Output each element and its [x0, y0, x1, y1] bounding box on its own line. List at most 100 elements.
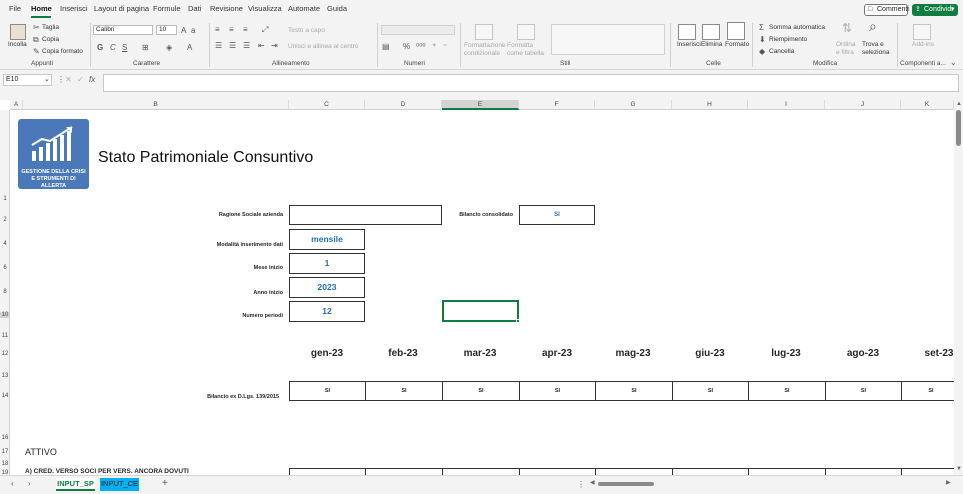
data-cell[interactable] — [442, 468, 520, 475]
wrap-text-button[interactable]: Testo a capo — [288, 27, 325, 34]
scroll-right-icon[interactable]: ▶ — [946, 479, 951, 486]
column-header-a[interactable]: A — [10, 100, 23, 110]
font-size-select[interactable]: 10 — [156, 25, 177, 35]
format-as-table-icon[interactable] — [517, 24, 535, 40]
format-cells-icon[interactable] — [727, 22, 745, 40]
row-header[interactable]: 18 — [0, 461, 10, 467]
bold-icon[interactable]: G — [97, 43, 103, 52]
number-format-select[interactable] — [381, 25, 455, 35]
grow-font-icon[interactable]: A — [181, 26, 186, 35]
font-name-select[interactable]: Calibri — [93, 25, 153, 35]
cut-button[interactable]: Taglia — [42, 24, 59, 31]
column-header-g[interactable]: G — [595, 100, 672, 110]
mese-inizio-input[interactable]: 1 — [289, 253, 365, 274]
bilancio-ex-cell[interactable]: SI — [442, 381, 520, 401]
underline-icon[interactable]: S — [122, 43, 127, 52]
decrease-indent-icon[interactable]: ⇤ — [258, 41, 265, 50]
enter-icon[interactable]: ✓ — [77, 75, 84, 84]
currency-icon[interactable]: ▤ — [382, 42, 390, 51]
menu-dati[interactable]: Dati — [188, 4, 201, 13]
format-painter-button[interactable]: Copia formato — [42, 48, 83, 55]
thousands-icon[interactable]: ⁰⁰⁰ — [416, 42, 426, 51]
data-cell[interactable] — [595, 468, 673, 475]
cancel-icon[interactable]: ✕ — [65, 75, 72, 84]
menu-formule[interactable]: Formule — [153, 4, 181, 13]
row-header[interactable]: 13 — [0, 373, 10, 379]
bilancio-ex-cell[interactable]: SI — [748, 381, 826, 401]
conditional-formatting-icon[interactable] — [475, 24, 493, 40]
bilancio-ex-cell[interactable]: SI — [365, 381, 443, 401]
sort-filter-button[interactable]: Ordina e filtra — [836, 41, 858, 57]
row-header[interactable]: 2 — [0, 217, 10, 223]
menu-revisione[interactable]: Revisione — [210, 4, 243, 13]
name-box[interactable]: E10 ⌄ — [3, 74, 52, 86]
increase-indent-icon[interactable]: ⇥ — [271, 41, 278, 50]
row-header[interactable]: 17 — [0, 449, 10, 455]
data-cell[interactable] — [901, 468, 954, 475]
insert-function-icon[interactable]: fx — [89, 75, 95, 84]
scroll-left-icon[interactable]: ◀ — [590, 479, 595, 486]
row-header[interactable]: 6 — [0, 265, 10, 271]
clear-icon[interactable]: ◆ — [759, 47, 765, 56]
column-header-k[interactable]: K — [901, 100, 954, 110]
fill-color-icon[interactable]: ◈ — [166, 43, 172, 52]
paste-icon[interactable] — [10, 24, 26, 40]
conditional-formatting-button[interactable]: Formattazione condizionale — [464, 42, 506, 58]
search-icon[interactable]: ⌕ — [869, 19, 877, 33]
copy-button[interactable]: Copia — [42, 36, 59, 43]
format-as-table-button[interactable]: Formatta come tabella — [507, 42, 549, 58]
ragione-sociale-input[interactable] — [289, 205, 442, 225]
tab-input-sp[interactable]: INPUT_SP — [56, 478, 95, 491]
menu-layout[interactable]: Layout di pagina — [94, 4, 149, 13]
column-header-h[interactable]: H — [672, 100, 748, 110]
worksheet-grid[interactable]: GESTIONE DELLA CRISI E STRUMENTI DI ALLE… — [10, 110, 954, 475]
paste-button-label[interactable]: Incolla — [8, 41, 27, 48]
align-right-icon[interactable]: ☰ — [243, 41, 250, 50]
menu-inserisci[interactable]: Inserisci — [60, 4, 88, 13]
row-header[interactable]: 1 — [0, 196, 10, 202]
bilancio-ex-cell[interactable]: SI — [825, 381, 902, 401]
numero-periodi-input[interactable]: 12 — [289, 301, 365, 322]
column-header-i[interactable]: I — [748, 100, 825, 110]
menu-home[interactable]: Home — [31, 4, 52, 13]
anno-inizio-input[interactable]: 2023 — [289, 277, 365, 298]
column-header-e[interactable]: E — [442, 100, 519, 110]
row-header[interactable]: 12 — [0, 351, 10, 357]
row-header[interactable]: 4 — [0, 241, 10, 247]
tab-options-icon[interactable]: ⋮ — [577, 480, 585, 489]
column-header-f[interactable]: F — [519, 100, 595, 110]
comments-button[interactable]: □ Commenti — [864, 4, 909, 16]
cut-icon[interactable]: ✂ — [33, 23, 40, 32]
data-cell[interactable] — [672, 468, 749, 475]
row-header[interactable]: 14 — [0, 393, 10, 399]
column-header-j[interactable]: J — [825, 100, 901, 110]
horizontal-scrollbar[interactable]: ◀ ▶ — [590, 479, 954, 489]
tab-input-ce[interactable]: INPUT_CE — [100, 478, 139, 491]
vertical-scrollbar[interactable]: ▲ ▼ — [954, 100, 963, 475]
previous-sheet-icon[interactable]: ‹ — [11, 479, 14, 488]
cell-styles-gallery[interactable] — [551, 24, 665, 55]
fill-handle[interactable] — [516, 319, 520, 323]
align-top-icon[interactable]: ≡ — [215, 25, 220, 34]
font-color-icon[interactable]: A — [187, 43, 192, 52]
percent-icon[interactable]: % — [403, 42, 410, 51]
scroll-down-icon[interactable]: ▼ — [956, 466, 962, 472]
insert-cells-icon[interactable] — [678, 24, 696, 40]
delete-cells-button[interactable]: Elimina — [701, 41, 722, 48]
data-cell[interactable] — [519, 468, 596, 475]
scroll-up-icon[interactable]: ▲ — [956, 101, 962, 107]
increase-decimal-icon[interactable]: ⁺ — [432, 42, 436, 51]
data-cell[interactable] — [825, 468, 902, 475]
menu-automate[interactable]: Automate — [288, 4, 320, 13]
format-cells-button[interactable]: Formato — [725, 41, 749, 48]
modalita-input[interactable]: mensile — [289, 229, 365, 250]
collapse-ribbon-icon[interactable]: ⌄ — [950, 58, 957, 67]
row-header[interactable]: 16 — [0, 435, 10, 441]
insert-cells-button[interactable]: Inserisci — [677, 41, 701, 48]
bilancio-consolidato-input[interactable]: SI — [519, 205, 595, 225]
formula-input[interactable] — [103, 74, 959, 92]
sort-filter-icon[interactable]: ⇅ — [842, 22, 852, 34]
bilancio-ex-cell[interactable]: SI — [672, 381, 749, 401]
fill-icon[interactable]: ⬇ — [759, 35, 766, 44]
align-center-icon[interactable]: ☰ — [229, 41, 236, 50]
